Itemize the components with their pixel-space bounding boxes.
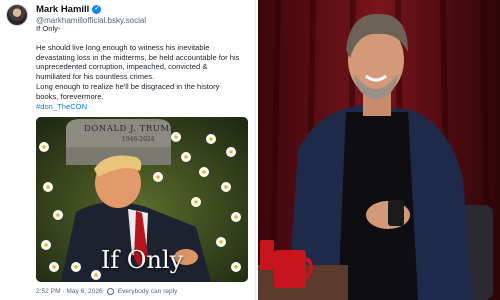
author-block: Mark Hamill ✓ @markhamillofficial.bsky.s… <box>36 4 146 25</box>
headstone-years: 1946-2024 <box>122 136 155 143</box>
post-line: books, forevermore. <box>36 91 104 101</box>
post-line-gap <box>36 34 248 43</box>
post-line: Long enough to realize he'll be disgrace… <box>36 81 220 91</box>
hashtag-link[interactable]: #don_TheCON <box>36 102 248 112</box>
image-caption: If Only <box>100 246 184 274</box>
display-name[interactable]: Mark Hamill <box>36 4 89 15</box>
avatar[interactable] <box>6 4 28 26</box>
post-line: devastating loss in the midterms, be hel… <box>36 52 240 62</box>
speaker-photo-artwork <box>258 0 500 300</box>
post-image[interactable]: DONALD J. TRUMP 1946-2024 If Only <box>36 117 248 282</box>
post-line: humiliated for his countless crimes. <box>36 72 155 82</box>
post-text: If Only- He should live long enough to w… <box>36 24 248 111</box>
verified-check-icon: ✓ <box>92 5 102 14</box>
post-timestamp[interactable]: 2:52 PM · May 6, 2026 <box>36 288 103 295</box>
reply-setting: Everybody can reply <box>117 288 178 295</box>
name-row: Mark Hamill ✓ <box>36 4 146 15</box>
globe-icon <box>106 288 114 295</box>
speaker-photo <box>258 0 500 300</box>
post-line: If Only- <box>36 24 61 33</box>
social-post: Mark Hamill ✓ @markhamillofficial.bsky.s… <box>0 0 256 300</box>
post-meta: 2:52 PM · May 6, 2026 Everybody can repl… <box>36 288 177 295</box>
headstone-name: DONALD J. TRUMP <box>84 124 176 134</box>
post-line: unprecedented corruption, impeached, con… <box>36 62 208 72</box>
post-line: He should live long enough to witness hi… <box>36 42 210 52</box>
